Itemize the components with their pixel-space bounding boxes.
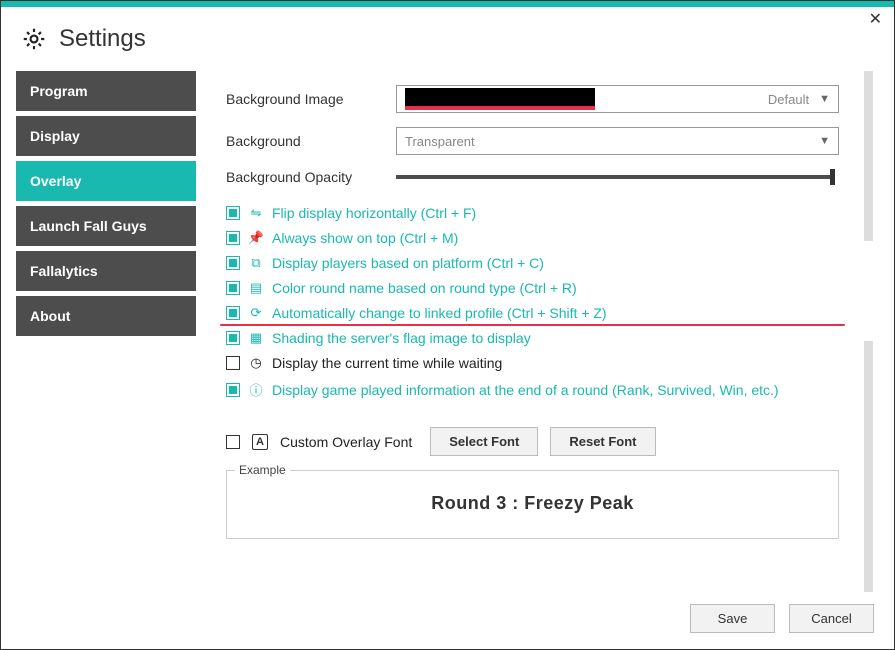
checkbox[interactable] — [226, 383, 240, 397]
footer: Save Cancel — [1, 592, 894, 649]
bg-image-row: Background Image Default ▼ — [226, 85, 839, 113]
platform-icon: ⧉ — [248, 255, 264, 271]
sidebar-item-launch-fall-guys[interactable]: Launch Fall Guys — [16, 206, 196, 246]
main-panel: Background Image Default ▼ Background Tr… — [216, 63, 879, 592]
check-label: Automatically change to linked profile (… — [272, 305, 607, 321]
check-current-time[interactable]: ◷ Display the current time while waiting — [226, 355, 839, 371]
grid-icon: ▦ — [248, 330, 264, 346]
example-legend: Example — [235, 463, 290, 477]
checkbox[interactable] — [226, 306, 240, 320]
close-button[interactable]: ✕ — [869, 9, 882, 29]
bg-image-value: Default — [768, 92, 809, 107]
sidebar-item-label: Display — [30, 128, 80, 144]
bg-dropdown[interactable]: Transparent ▼ — [396, 127, 839, 155]
checkbox[interactable] — [226, 435, 240, 449]
checkbox[interactable] — [226, 356, 240, 370]
select-font-button[interactable]: Select Font — [430, 427, 538, 456]
check-players-platform[interactable]: ⧉ Display players based on platform (Ctr… — [226, 255, 839, 271]
sidebar: Program Display Overlay Launch Fall Guys… — [16, 63, 196, 592]
check-label: Color round name based on round type (Ct… — [272, 280, 577, 296]
check-color-round-name[interactable]: ▤ Color round name based on round type (… — [226, 280, 839, 296]
bg-value: Transparent — [405, 134, 475, 149]
settings-window: ✕ Settings Program Display Overlay Launc… — [0, 0, 895, 650]
checkbox[interactable] — [226, 281, 240, 295]
palette-icon: ▤ — [248, 280, 264, 296]
check-label: Display players based on platform (Ctrl … — [272, 255, 544, 271]
cancel-button[interactable]: Cancel — [789, 604, 874, 633]
bg-opacity-slider[interactable] — [396, 175, 833, 179]
sidebar-item-fallalytics[interactable]: Fallalytics — [16, 251, 196, 291]
bg-opacity-row: Background Opacity — [226, 169, 839, 185]
check-shading-flag[interactable]: ▦ Shading the server's flag image to dis… — [226, 330, 839, 346]
checkbox[interactable] — [226, 231, 240, 245]
bg-row: Background Transparent ▼ — [226, 127, 839, 155]
bg-image-label: Background Image — [226, 91, 396, 107]
gear-icon — [21, 26, 47, 52]
check-label: Flip display horizontally (Ctrl + F) — [272, 205, 476, 221]
scrollbar-thumb[interactable] — [864, 71, 873, 241]
check-auto-linked-profile[interactable]: ⟳ Automatically change to linked profile… — [226, 305, 839, 321]
sidebar-item-overlay[interactable]: Overlay — [16, 161, 196, 201]
bg-image-dropdown[interactable]: Default ▼ — [396, 85, 839, 113]
link-rotate-icon: ⟳ — [248, 305, 264, 321]
check-always-on-top[interactable]: 📌 Always show on top (Ctrl + M) — [226, 230, 839, 246]
bg-image-preview — [405, 88, 595, 110]
sidebar-item-label: Fallalytics — [30, 263, 98, 279]
reset-font-button[interactable]: Reset Font — [550, 427, 655, 456]
scrollbar-thumb[interactable] — [864, 341, 873, 592]
example-box: Example Round 3 : Freezy Peak — [226, 470, 839, 539]
checkbox[interactable] — [226, 206, 240, 220]
sidebar-item-label: About — [30, 308, 70, 324]
check-flip-display[interactable]: ⇋ Flip display horizontally (Ctrl + F) — [226, 205, 839, 221]
font-icon: A — [252, 434, 268, 450]
check-label: Always show on top (Ctrl + M) — [272, 230, 458, 246]
checkbox[interactable] — [226, 256, 240, 270]
checkbox[interactable] — [226, 331, 240, 345]
check-label: Display game played information at the e… — [272, 382, 779, 398]
bg-label: Background — [226, 133, 396, 149]
custom-font-row: A Custom Overlay Font Select Font Reset … — [226, 427, 839, 456]
sidebar-item-display[interactable]: Display — [16, 116, 196, 156]
chevron-down-icon: ▼ — [819, 135, 830, 147]
check-label: Display the current time while waiting — [272, 355, 502, 371]
checkbox-list: ⇋ Flip display horizontally (Ctrl + F) 📌… — [226, 205, 839, 399]
clock-icon: ◷ — [248, 355, 264, 371]
bg-opacity-label: Background Opacity — [226, 169, 396, 185]
info-icon: ⓘ — [248, 380, 264, 399]
sidebar-item-program[interactable]: Program — [16, 71, 196, 111]
check-label: Shading the server's flag image to displ… — [272, 330, 531, 346]
chevron-down-icon: ▼ — [819, 93, 830, 105]
sidebar-item-label: Program — [30, 83, 88, 99]
example-text: Round 3 : Freezy Peak — [237, 493, 828, 514]
pin-icon: 📌 — [248, 230, 264, 246]
sidebar-item-label: Launch Fall Guys — [30, 218, 147, 234]
sidebar-item-about[interactable]: About — [16, 296, 196, 336]
sidebar-item-label: Overlay — [30, 173, 81, 189]
custom-font-label: Custom Overlay Font — [280, 434, 412, 450]
flip-icon: ⇋ — [248, 205, 264, 221]
slider-thumb[interactable] — [830, 169, 835, 185]
header: Settings — [1, 7, 894, 63]
check-game-played-info[interactable]: ⓘ Display game played information at the… — [226, 380, 839, 399]
page-title: Settings — [59, 25, 146, 53]
save-button[interactable]: Save — [690, 604, 775, 633]
